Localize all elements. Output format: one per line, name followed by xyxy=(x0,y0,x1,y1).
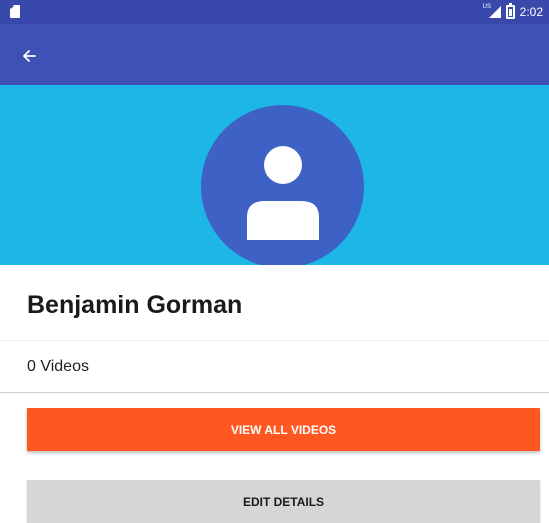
person-icon xyxy=(247,146,319,240)
video-count: 0 Videos xyxy=(27,358,89,375)
edit-details-button[interactable]: EDIT DETAILS xyxy=(27,480,540,523)
back-button[interactable] xyxy=(22,42,62,70)
view-all-videos-button[interactable]: VIEW ALL VIDEOS xyxy=(27,408,540,451)
videos-section: 0 Videos xyxy=(0,341,549,393)
cellular-signal-icon: US xyxy=(483,4,501,19)
profile-banner xyxy=(0,85,549,265)
sim-card-icon xyxy=(10,5,20,18)
profile-name: Benjamin Gorman xyxy=(27,291,243,319)
app-bar xyxy=(0,24,549,85)
battery-icon xyxy=(505,3,515,19)
status-indicators: US 2:02 xyxy=(483,0,543,24)
avatar[interactable] xyxy=(201,105,364,265)
arrow-back-icon xyxy=(23,50,36,62)
status-bar: US 2:02 xyxy=(0,0,549,24)
status-time: 2:02 xyxy=(519,5,543,19)
name-section: Benjamin Gorman xyxy=(0,265,549,341)
